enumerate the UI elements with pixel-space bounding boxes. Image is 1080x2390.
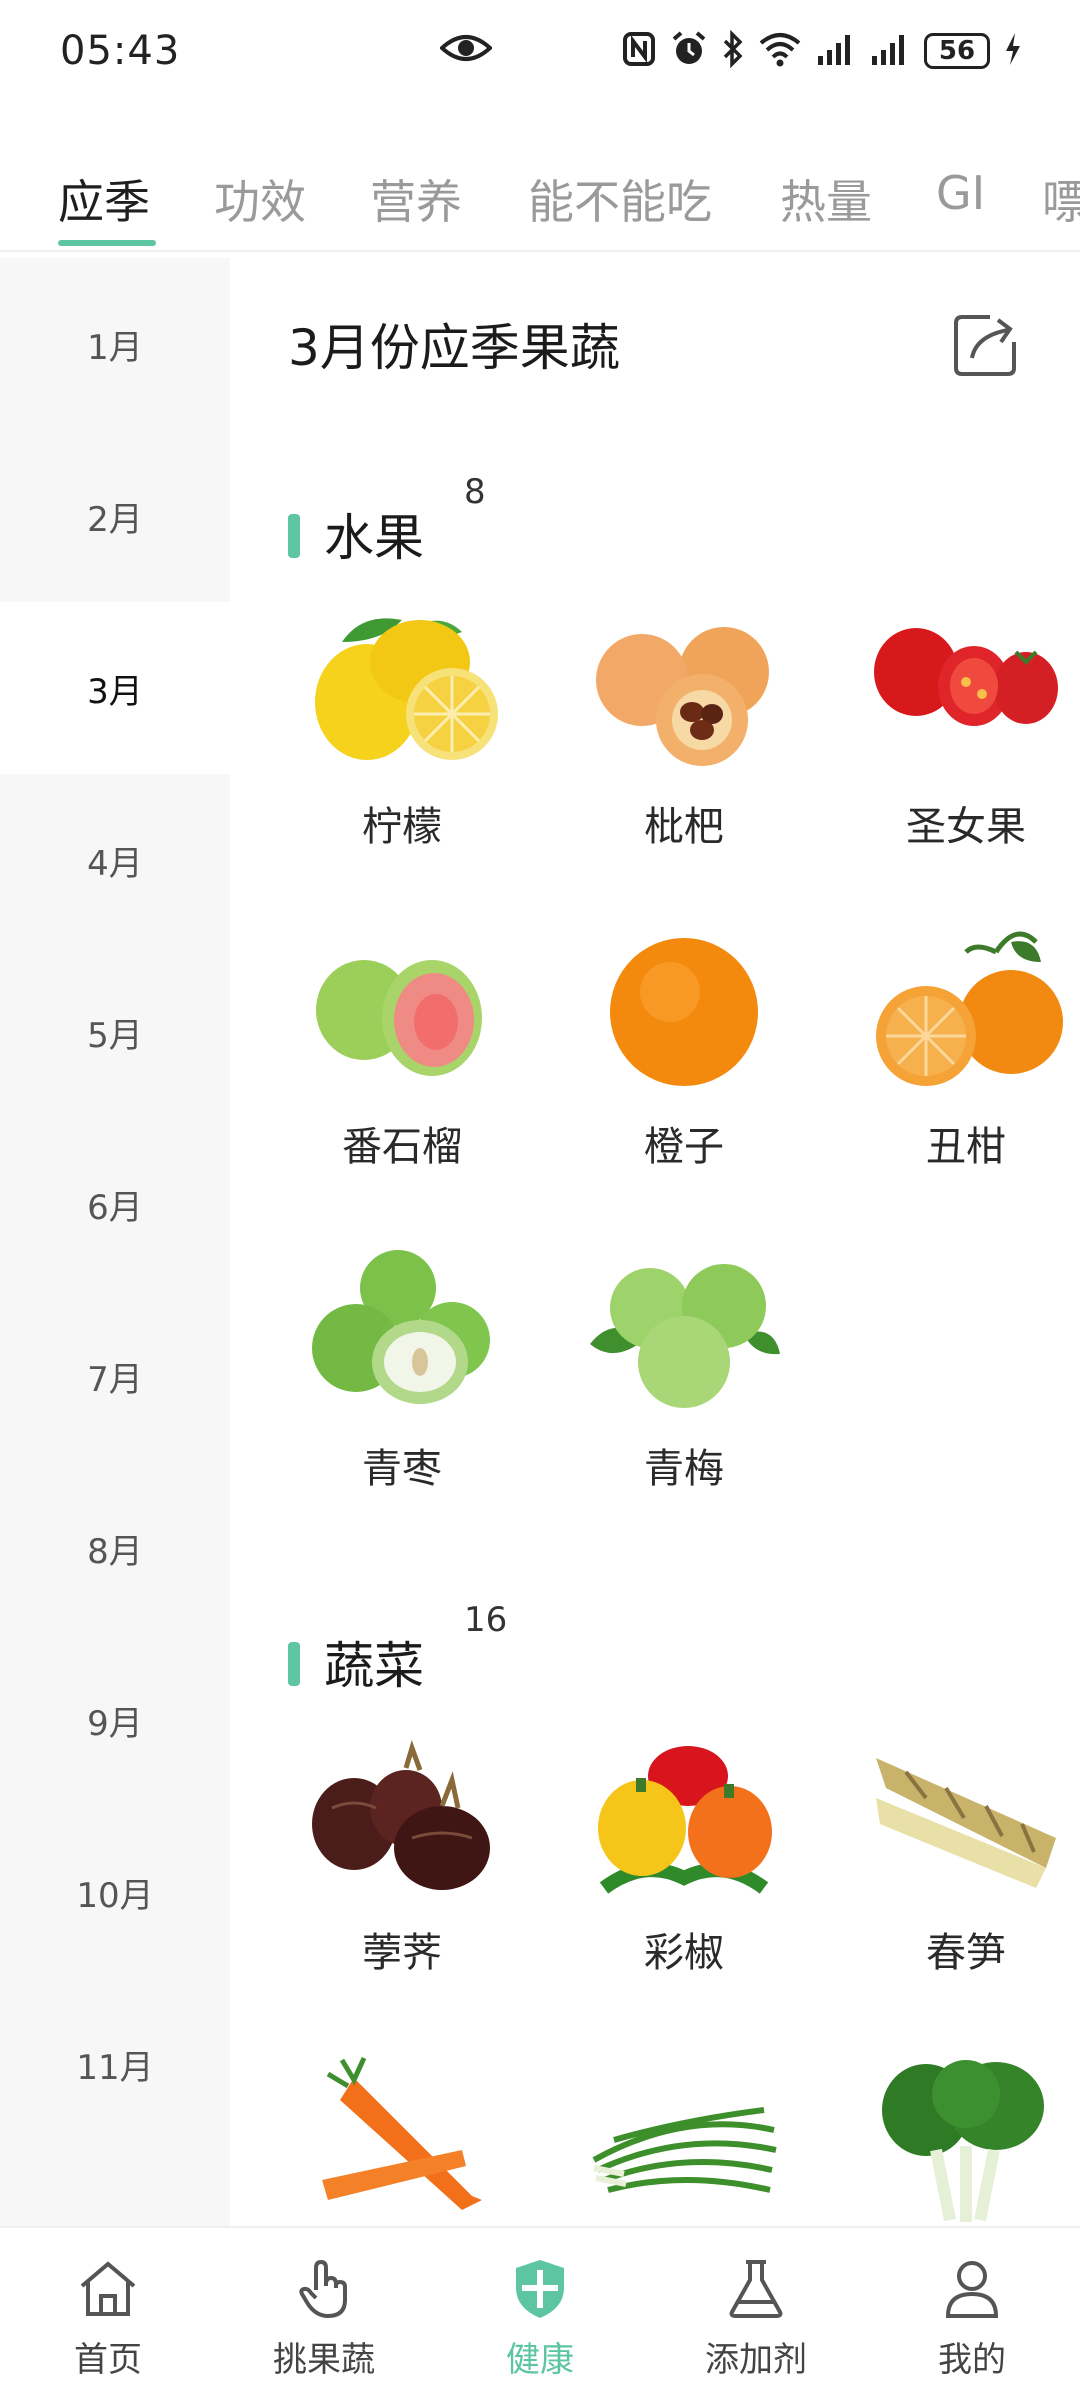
month-item-2[interactable]: 2月	[0, 430, 230, 602]
produce-name: 彩椒	[644, 1930, 724, 1976]
section-count: 8	[464, 472, 486, 512]
health-shield-icon	[508, 2256, 572, 2324]
nav-label: 添加剂	[705, 2340, 807, 2380]
loquat-icon	[584, 602, 784, 782]
eye-icon	[439, 32, 493, 68]
produce-item-green-jujube[interactable]: 青枣	[262, 1244, 542, 1544]
produce-name: 青枣	[362, 1446, 442, 1492]
produce-item-lemon[interactable]: 柠檬	[262, 602, 542, 902]
green-jujube-icon	[302, 1244, 502, 1424]
nav-profile[interactable]: 我的	[864, 2228, 1080, 2390]
bamboo-shoot-icon	[866, 1728, 1066, 1908]
produce-item-orange[interactable]: 橙子	[544, 922, 824, 1222]
produce-item-ugli-fruit[interactable]: 丑柑	[826, 922, 1080, 1222]
greens-icon	[866, 2050, 1066, 2226]
produce-item-carrot[interactable]	[262, 2050, 542, 2226]
month-item-3[interactable]: 3月	[0, 602, 230, 774]
month-item-8[interactable]: 8月	[0, 1462, 230, 1634]
page-title: 3月份应季果蔬	[288, 319, 620, 377]
status-bar: 05:43 56	[0, 0, 1080, 110]
orange-icon	[584, 922, 784, 1102]
bluetooth-icon	[722, 29, 744, 72]
tab-active-indicator	[58, 240, 156, 246]
produce-name: 荸荠	[362, 1930, 442, 1976]
section-title: 水果	[324, 509, 424, 567]
produce-name: 春笋	[926, 1930, 1006, 1976]
month-item-10[interactable]: 10月	[0, 1806, 230, 1978]
nav-label: 首页	[74, 2340, 142, 2380]
produce-name: 丑柑	[926, 1124, 1006, 1170]
status-time: 05:43	[60, 28, 181, 74]
category-tabs: 应季 功效 营养 能不能吃 热量 GI 嘌	[0, 140, 1080, 252]
nav-additives[interactable]: 添加剂	[648, 2228, 864, 2390]
home-icon	[76, 2256, 140, 2324]
signal-icon	[816, 32, 856, 70]
produce-item-greens[interactable]	[826, 2050, 1080, 2226]
nfc-icon	[622, 31, 656, 71]
month-item-7[interactable]: 7月	[0, 1290, 230, 1462]
month-item-5[interactable]: 5月	[0, 946, 230, 1118]
bell-pepper-icon	[584, 1728, 784, 1908]
lemon-icon	[302, 602, 502, 782]
nav-pick-produce[interactable]: 挑果蔬	[216, 2228, 432, 2390]
produce-item-bell-pepper[interactable]: 彩椒	[544, 1728, 824, 2028]
water-chestnut-icon	[302, 1728, 502, 1908]
section-marker	[288, 514, 300, 558]
carrot-icon	[302, 2050, 502, 2226]
tab-efficacy[interactable]: 功效	[214, 166, 306, 232]
tab-nutrition[interactable]: 营养	[370, 166, 462, 232]
cherry-tomato-icon	[866, 602, 1066, 782]
chives-icon	[584, 2050, 784, 2226]
produce-name: 枇杷	[644, 804, 724, 850]
month-item-1[interactable]: 1月	[0, 258, 230, 430]
month-item-4[interactable]: 4月	[0, 774, 230, 946]
produce-name: 圣女果	[906, 804, 1026, 850]
nav-label: 健康	[506, 2340, 574, 2380]
section-marker	[288, 1642, 300, 1686]
seasonal-content: 3月份应季果蔬 水果 8 柠檬 枇杷 圣女果 番石榴 橙子 丑柑 青枣 青梅 蔬…	[230, 258, 1080, 2226]
user-icon	[940, 2256, 1004, 2324]
produce-item-water-chestnut[interactable]: 荸荠	[262, 1728, 542, 2028]
produce-item-guava[interactable]: 番石榴	[262, 922, 542, 1222]
section-title: 蔬菜	[324, 1637, 424, 1695]
nav-home[interactable]: 首页	[0, 2228, 216, 2390]
nav-health[interactable]: 健康	[432, 2228, 648, 2390]
month-item-9[interactable]: 9月	[0, 1634, 230, 1806]
bottom-nav: 首页 挑果蔬 健康 添加剂 我的	[0, 2226, 1080, 2388]
tab-calories[interactable]: 热量	[780, 166, 872, 232]
produce-item-green-plum[interactable]: 青梅	[544, 1244, 824, 1544]
produce-item-chives[interactable]	[544, 2050, 824, 2226]
tab-can-eat[interactable]: 能不能吃	[528, 166, 712, 232]
nav-label: 挑果蔬	[273, 2340, 375, 2380]
nav-label: 我的	[938, 2340, 1006, 2380]
produce-item-cherry-tomato[interactable]: 圣女果	[826, 602, 1080, 902]
hand-icon	[292, 2256, 356, 2324]
tab-gi[interactable]: GI	[936, 166, 985, 220]
month-sidebar: 1月 2月 3月 4月 5月 6月 7月 8月 9月 10月 11月	[0, 258, 230, 2226]
tab-purine[interactable]: 嘌	[1042, 166, 1080, 232]
alarm-icon	[670, 30, 708, 72]
share-icon[interactable]	[952, 312, 1020, 382]
produce-name: 橙子	[644, 1124, 724, 1170]
produce-item-loquat[interactable]: 枇杷	[544, 602, 824, 902]
flask-icon	[724, 2256, 788, 2324]
produce-name: 番石榴	[342, 1124, 462, 1170]
produce-name: 柠檬	[362, 804, 442, 850]
battery-icon: 56	[924, 33, 990, 69]
green-plum-icon	[584, 1244, 784, 1424]
guava-icon	[302, 922, 502, 1102]
month-item-6[interactable]: 6月	[0, 1118, 230, 1290]
ugli-fruit-icon	[866, 922, 1066, 1102]
month-item-11[interactable]: 11月	[0, 1978, 230, 2150]
section-count: 16	[464, 1600, 508, 1640]
charging-icon	[1004, 32, 1022, 70]
wifi-icon	[758, 31, 802, 71]
signal-icon	[870, 32, 910, 70]
produce-item-bamboo-shoot[interactable]: 春笋	[826, 1728, 1080, 2028]
tab-seasonal[interactable]: 应季	[58, 166, 150, 232]
produce-name: 青梅	[644, 1446, 724, 1492]
status-icons: 56	[622, 29, 1022, 72]
